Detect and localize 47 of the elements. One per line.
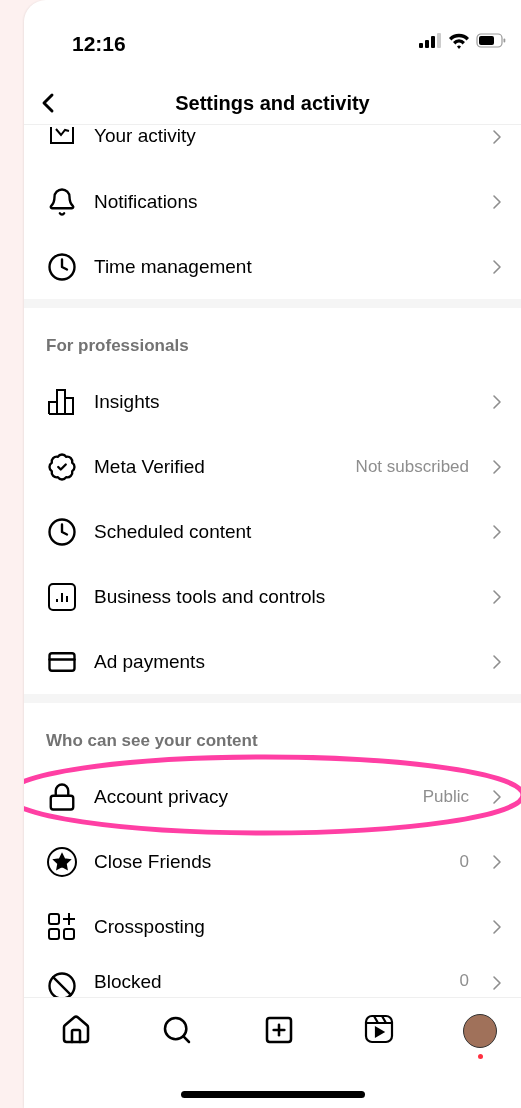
row-label: Business tools and controls [94,585,327,608]
row-label: Account privacy [94,785,230,808]
settings-row[interactable]: Your activity [24,125,521,169]
clock-icon [47,516,77,547]
settings-row[interactable]: Meta Verified Not subscribed [24,434,521,499]
signal-icon [419,33,441,48]
row-label: Blocked [94,971,163,993]
screen-title: Settings and activity [175,91,370,115]
clock-icon [47,251,77,282]
status-time: 12:16 [72,32,126,56]
settings-row[interactable]: Close Friends 0 [24,829,521,894]
star-circle-icon [46,845,78,878]
bar-chart-icon [47,386,77,417]
settings-row[interactable]: Time management [24,234,521,299]
squares-plus-icon [47,911,77,942]
row-label: Insights [94,390,161,413]
settings-row[interactable]: Insights [24,369,521,434]
row-value: 0 [459,971,469,991]
row-label: Your activity [94,125,197,147]
row-label: Ad payments [94,650,206,673]
row-label: Notifications [94,190,199,213]
settings-row[interactable]: Crossposting [24,894,521,959]
row-value: 0 [459,851,469,872]
row-label: Close Friends [94,850,213,873]
settings-row[interactable]: Ad payments [24,629,521,694]
activity-icon [48,125,76,147]
settings-row[interactable]: Notifications [24,169,521,234]
row-label: Crossposting [94,915,206,938]
battery-icon [476,33,506,48]
section-heading: Who can see your content [45,730,259,752]
chart-square-icon [47,581,77,612]
lock-icon [47,781,77,812]
settings-row[interactable]: Blocked 0 [24,959,521,997]
row-value: Public [422,786,469,807]
wifi-icon [449,33,469,49]
settings-row[interactable]: Business tools and controls [24,564,521,629]
settings-row[interactable]: Scheduled content [24,499,521,564]
row-label: Meta Verified [94,455,206,478]
section-heading: For professionals [45,335,190,357]
bell-icon [47,186,77,217]
row-label: Time management [94,255,253,278]
reels-icon [363,1014,394,1044]
badge-check-icon [47,451,77,482]
row-label: Scheduled content [94,520,253,543]
row-value: Not subscribed [355,456,469,477]
avatar [463,1014,497,1048]
blocked-icon [47,971,77,997]
